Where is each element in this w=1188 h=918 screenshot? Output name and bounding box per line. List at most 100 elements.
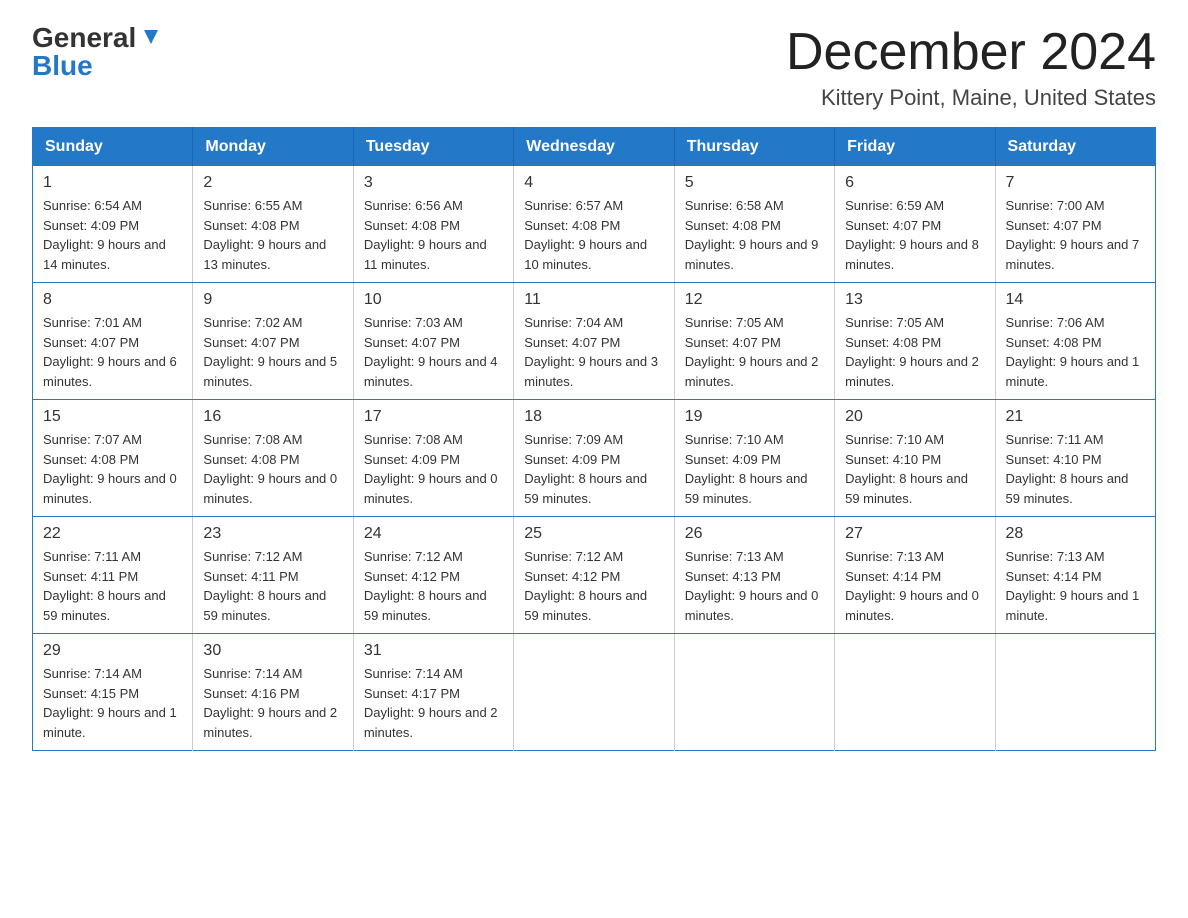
day-info: Sunrise: 6:57 AM Sunset: 4:08 PM Dayligh… — [524, 196, 663, 274]
day-info: Sunrise: 6:58 AM Sunset: 4:08 PM Dayligh… — [685, 196, 824, 274]
daylight-label: Daylight: 9 hours and 1 minute. — [1006, 354, 1140, 389]
day-info: Sunrise: 7:14 AM Sunset: 4:17 PM Dayligh… — [364, 664, 503, 742]
sunrise-label: Sunrise: 6:56 AM — [364, 198, 463, 213]
day-info: Sunrise: 7:04 AM Sunset: 4:07 PM Dayligh… — [524, 313, 663, 391]
daylight-label: Daylight: 9 hours and 3 minutes. — [524, 354, 658, 389]
sunrise-label: Sunrise: 6:55 AM — [203, 198, 302, 213]
sunset-label: Sunset: 4:08 PM — [1006, 335, 1102, 350]
sunrise-label: Sunrise: 7:14 AM — [203, 666, 302, 681]
day-number: 14 — [1006, 291, 1145, 309]
sunrise-label: Sunrise: 7:11 AM — [43, 549, 141, 564]
calendar-cell: 15 Sunrise: 7:07 AM Sunset: 4:08 PM Dayl… — [33, 400, 193, 517]
daylight-label: Daylight: 8 hours and 59 minutes. — [1006, 471, 1129, 506]
daylight-label: Daylight: 9 hours and 1 minute. — [1006, 588, 1140, 623]
day-number: 19 — [685, 408, 824, 426]
sunset-label: Sunset: 4:11 PM — [203, 569, 298, 584]
day-number: 18 — [524, 408, 663, 426]
day-number: 26 — [685, 525, 824, 543]
sunrise-label: Sunrise: 7:08 AM — [364, 432, 463, 447]
daylight-label: Daylight: 9 hours and 13 minutes. — [203, 237, 326, 272]
day-number: 4 — [524, 174, 663, 192]
sunset-label: Sunset: 4:08 PM — [524, 218, 620, 233]
daylight-label: Daylight: 9 hours and 10 minutes. — [524, 237, 647, 272]
calendar-cell: 26 Sunrise: 7:13 AM Sunset: 4:13 PM Dayl… — [674, 517, 834, 634]
calendar-week-row-5: 29 Sunrise: 7:14 AM Sunset: 4:15 PM Dayl… — [33, 634, 1156, 751]
day-number: 8 — [43, 291, 182, 309]
calendar-cell: 2 Sunrise: 6:55 AM Sunset: 4:08 PM Dayli… — [193, 166, 353, 283]
daylight-label: Daylight: 9 hours and 6 minutes. — [43, 354, 177, 389]
calendar-cell — [674, 634, 834, 751]
calendar-cell: 21 Sunrise: 7:11 AM Sunset: 4:10 PM Dayl… — [995, 400, 1155, 517]
page-header: General Blue December 2024 Kittery Point… — [32, 24, 1156, 111]
calendar-cell: 5 Sunrise: 6:58 AM Sunset: 4:08 PM Dayli… — [674, 166, 834, 283]
calendar-cell: 30 Sunrise: 7:14 AM Sunset: 4:16 PM Dayl… — [193, 634, 353, 751]
sunset-label: Sunset: 4:10 PM — [845, 452, 941, 467]
sunset-label: Sunset: 4:11 PM — [43, 569, 138, 584]
daylight-label: Daylight: 9 hours and 0 minutes. — [364, 471, 498, 506]
day-number: 21 — [1006, 408, 1145, 426]
calendar-week-row-4: 22 Sunrise: 7:11 AM Sunset: 4:11 PM Dayl… — [33, 517, 1156, 634]
sunset-label: Sunset: 4:07 PM — [524, 335, 620, 350]
sunrise-label: Sunrise: 7:13 AM — [845, 549, 944, 564]
daylight-label: Daylight: 8 hours and 59 minutes. — [364, 588, 487, 623]
sunrise-label: Sunrise: 7:10 AM — [845, 432, 944, 447]
calendar-cell: 12 Sunrise: 7:05 AM Sunset: 4:07 PM Dayl… — [674, 283, 834, 400]
day-info: Sunrise: 7:12 AM Sunset: 4:12 PM Dayligh… — [364, 547, 503, 625]
daylight-label: Daylight: 9 hours and 0 minutes. — [203, 471, 337, 506]
day-number: 10 — [364, 291, 503, 309]
sunrise-label: Sunrise: 7:07 AM — [43, 432, 142, 447]
day-info: Sunrise: 7:02 AM Sunset: 4:07 PM Dayligh… — [203, 313, 342, 391]
sunset-label: Sunset: 4:12 PM — [524, 569, 620, 584]
day-info: Sunrise: 7:11 AM Sunset: 4:11 PM Dayligh… — [43, 547, 182, 625]
sunset-label: Sunset: 4:09 PM — [524, 452, 620, 467]
daylight-label: Daylight: 9 hours and 2 minutes. — [203, 705, 337, 740]
day-info: Sunrise: 7:08 AM Sunset: 4:08 PM Dayligh… — [203, 430, 342, 508]
sunset-label: Sunset: 4:08 PM — [845, 335, 941, 350]
day-info: Sunrise: 7:05 AM Sunset: 4:08 PM Dayligh… — [845, 313, 984, 391]
sunset-label: Sunset: 4:09 PM — [685, 452, 781, 467]
day-number: 1 — [43, 174, 182, 192]
calendar-cell: 23 Sunrise: 7:12 AM Sunset: 4:11 PM Dayl… — [193, 517, 353, 634]
day-info: Sunrise: 7:13 AM Sunset: 4:14 PM Dayligh… — [845, 547, 984, 625]
calendar-cell: 28 Sunrise: 7:13 AM Sunset: 4:14 PM Dayl… — [995, 517, 1155, 634]
day-info: Sunrise: 7:13 AM Sunset: 4:13 PM Dayligh… — [685, 547, 824, 625]
sunrise-label: Sunrise: 7:13 AM — [1006, 549, 1105, 564]
day-number: 28 — [1006, 525, 1145, 543]
sunrise-label: Sunrise: 7:08 AM — [203, 432, 302, 447]
calendar-header-row: SundayMondayTuesdayWednesdayThursdayFrid… — [33, 128, 1156, 167]
sunrise-label: Sunrise: 7:04 AM — [524, 315, 623, 330]
day-number: 16 — [203, 408, 342, 426]
daylight-label: Daylight: 9 hours and 0 minutes. — [43, 471, 177, 506]
sunrise-label: Sunrise: 7:12 AM — [203, 549, 302, 564]
sunset-label: Sunset: 4:09 PM — [364, 452, 460, 467]
day-info: Sunrise: 7:05 AM Sunset: 4:07 PM Dayligh… — [685, 313, 824, 391]
location-subtitle: Kittery Point, Maine, United States — [786, 85, 1156, 111]
day-number: 25 — [524, 525, 663, 543]
calendar-cell — [514, 634, 674, 751]
day-info: Sunrise: 6:59 AM Sunset: 4:07 PM Dayligh… — [845, 196, 984, 274]
daylight-label: Daylight: 8 hours and 59 minutes. — [685, 471, 808, 506]
sunset-label: Sunset: 4:07 PM — [685, 335, 781, 350]
calendar-cell: 25 Sunrise: 7:12 AM Sunset: 4:12 PM Dayl… — [514, 517, 674, 634]
sunset-label: Sunset: 4:08 PM — [203, 218, 299, 233]
sunrise-label: Sunrise: 6:54 AM — [43, 198, 142, 213]
sunset-label: Sunset: 4:08 PM — [43, 452, 139, 467]
day-number: 11 — [524, 291, 663, 309]
day-info: Sunrise: 7:14 AM Sunset: 4:15 PM Dayligh… — [43, 664, 182, 742]
sunrise-label: Sunrise: 7:06 AM — [1006, 315, 1105, 330]
calendar-cell: 6 Sunrise: 6:59 AM Sunset: 4:07 PM Dayli… — [835, 166, 995, 283]
calendar-cell: 8 Sunrise: 7:01 AM Sunset: 4:07 PM Dayli… — [33, 283, 193, 400]
daylight-label: Daylight: 9 hours and 4 minutes. — [364, 354, 498, 389]
calendar-cell: 10 Sunrise: 7:03 AM Sunset: 4:07 PM Dayl… — [353, 283, 513, 400]
day-number: 31 — [364, 642, 503, 660]
daylight-label: Daylight: 8 hours and 59 minutes. — [524, 588, 647, 623]
sunrise-label: Sunrise: 7:05 AM — [685, 315, 784, 330]
day-info: Sunrise: 7:11 AM Sunset: 4:10 PM Dayligh… — [1006, 430, 1145, 508]
month-title: December 2024 — [786, 24, 1156, 81]
day-number: 24 — [364, 525, 503, 543]
calendar-cell: 11 Sunrise: 7:04 AM Sunset: 4:07 PM Dayl… — [514, 283, 674, 400]
day-number: 2 — [203, 174, 342, 192]
sunset-label: Sunset: 4:15 PM — [43, 686, 139, 701]
daylight-label: Daylight: 9 hours and 7 minutes. — [1006, 237, 1140, 272]
calendar-header-sunday: Sunday — [33, 128, 193, 167]
